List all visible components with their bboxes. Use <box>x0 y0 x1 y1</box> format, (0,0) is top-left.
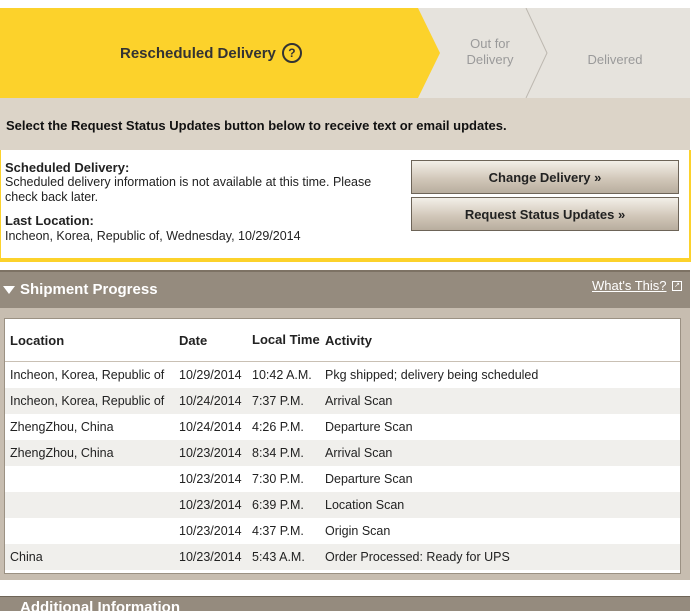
row-activity: Departure Scan <box>325 420 413 434</box>
table-row: 10/23/2014 4:37 P.M. Origin Scan <box>5 518 680 544</box>
row-time: 7:30 P.M. <box>252 472 304 486</box>
current-step-label: Rescheduled Delivery ? <box>120 43 302 63</box>
shipment-progress-panel: Shipment Progress What's This? ↗ Locatio… <box>0 270 690 582</box>
row-activity: Origin Scan <box>325 524 391 538</box>
step-out-for-delivery-line2: Delivery <box>466 52 514 67</box>
row-date: 10/23/2014 <box>179 524 242 538</box>
row-activity: Arrival Scan <box>320 440 680 466</box>
step-out-for-delivery-line1: Out for <box>470 36 510 51</box>
step-delivered: Delivered <box>587 52 643 67</box>
row-location: China <box>5 544 174 570</box>
table-header-row: Location Date Local Time Activity <box>5 319 680 362</box>
table-row: Incheon, Korea, Republic of 10/24/2014 7… <box>5 388 680 414</box>
status-updates-info: Select the Request Status Updates button… <box>0 98 690 150</box>
table-row: China 10/23/2014 5:43 A.M. Order Process… <box>5 544 680 570</box>
help-icon[interactable]: ? <box>281 43 302 63</box>
last-location-text: Incheon, Korea, Republic of, Wednesday, … <box>5 229 301 243</box>
row-activity: Arrival Scan <box>320 388 680 414</box>
scheduled-delivery-text: Scheduled delivery information is not av… <box>5 175 372 204</box>
delivery-info-box: Scheduled Delivery: Scheduled delivery i… <box>0 150 691 262</box>
table-row: ZhengZhou, China 10/24/2014 4:26 P.M. De… <box>5 414 680 440</box>
collapse-triangle-icon[interactable] <box>3 286 15 294</box>
row-date: 10/23/2014 <box>174 492 247 518</box>
row-location <box>5 466 174 492</box>
row-location <box>5 518 174 544</box>
additional-information-header[interactable]: Additional Information <box>0 596 690 616</box>
row-time: 4:26 P.M. <box>252 420 304 434</box>
row-time: 10:42 A.M. <box>252 368 312 382</box>
table-row: 10/23/2014 6:39 P.M. Location Scan <box>5 492 680 518</box>
status-updates-info-text: Select the Request Status Updates button… <box>6 118 507 133</box>
shipment-progress-title: Shipment Progress <box>20 281 158 298</box>
row-location <box>5 492 174 518</box>
row-time: 6:39 P.M. <box>247 492 320 518</box>
row-activity: Pkg shipped; delivery being scheduled <box>325 368 539 382</box>
external-link-icon[interactable]: ↗ <box>672 281 682 291</box>
delivery-details: Scheduled Delivery: Scheduled delivery i… <box>5 160 400 244</box>
shipment-progress-header[interactable]: Shipment Progress What's This? ↗ <box>0 272 690 308</box>
row-date: 10/24/2014 <box>174 388 247 414</box>
row-location: Incheon, Korea, Republic of <box>5 388 174 414</box>
row-time: 4:37 P.M. <box>252 524 304 538</box>
additional-information-title: Additional Information <box>20 599 180 616</box>
table-row: ZhengZhou, China 10/23/2014 8:34 P.M. Ar… <box>5 440 680 466</box>
whats-this-link[interactable]: What's This? <box>592 278 667 293</box>
shipment-progress-table-container: Location Date Local Time Activity Incheo… <box>4 318 681 574</box>
row-location: Incheon, Korea, Republic of <box>10 368 165 382</box>
column-header-date: Date <box>174 319 247 362</box>
row-activity: Order Processed: Ready for UPS <box>320 544 680 570</box>
last-location-label: Last Location: <box>5 213 94 228</box>
column-header-activity: Activity <box>320 319 680 362</box>
row-time: 5:43 A.M. <box>247 544 320 570</box>
row-date: 10/23/2014 <box>174 440 247 466</box>
table-row: 10/23/2014 7:30 P.M. Departure Scan <box>5 466 680 492</box>
row-activity: Location Scan <box>320 492 680 518</box>
scheduled-delivery-label: Scheduled Delivery: <box>5 160 130 175</box>
step-out-for-delivery: Out for Delivery <box>455 36 525 68</box>
change-delivery-button[interactable]: Change Delivery » <box>411 160 679 194</box>
row-location: ZhengZhou, China <box>10 420 114 434</box>
delivery-progress-tracker: Rescheduled Delivery ? Out for Delivery … <box>0 8 690 98</box>
shipment-progress-table: Location Date Local Time Activity Incheo… <box>5 319 680 570</box>
chevron-divider-icon <box>525 8 549 98</box>
row-date: 10/23/2014 <box>179 472 242 486</box>
current-step-text: Rescheduled Delivery <box>120 44 276 62</box>
row-date: 10/24/2014 <box>179 420 242 434</box>
row-location: ZhengZhou, China <box>5 440 174 466</box>
column-header-location: Location <box>5 319 174 362</box>
row-time: 7:37 P.M. <box>247 388 320 414</box>
row-date: 10/23/2014 <box>174 544 247 570</box>
column-header-local-time: Local Time <box>247 319 320 362</box>
row-time: 8:34 P.M. <box>247 440 320 466</box>
row-date: 10/29/2014 <box>179 368 242 382</box>
row-activity: Departure Scan <box>325 472 413 486</box>
request-status-updates-button[interactable]: Request Status Updates » <box>411 197 679 231</box>
table-row: Incheon, Korea, Republic of 10/29/2014 1… <box>5 362 680 389</box>
